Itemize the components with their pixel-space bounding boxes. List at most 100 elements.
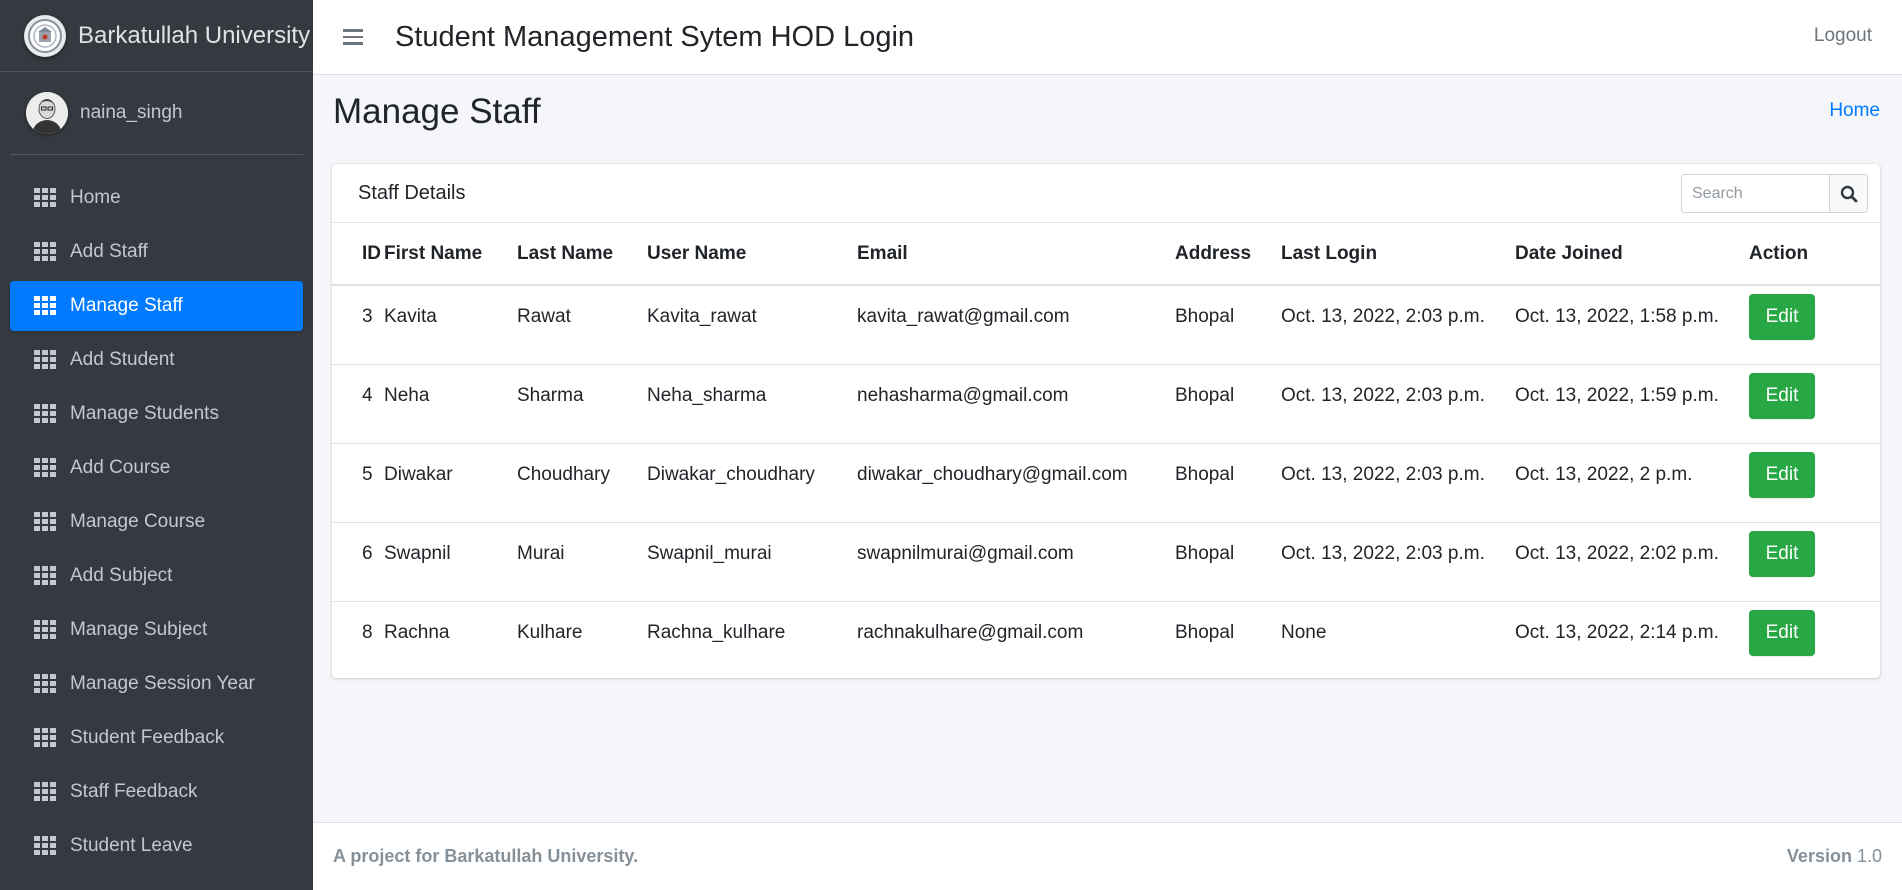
table-header-row: ID First Name Last Name User Name Email … [332, 223, 1880, 286]
cell-user-name: Neha_sharma [647, 363, 857, 443]
edit-button[interactable]: Edit [1749, 451, 1815, 498]
edit-button[interactable]: Edit [1749, 372, 1815, 419]
th-grid-icon [34, 620, 56, 640]
column-header-email: Email [857, 223, 1175, 286]
sidebar-item-student-leave[interactable]: Student Leave [10, 821, 303, 871]
cell-user-name: Diwakar_choudhary [647, 442, 857, 522]
sidebar-item-add-staff[interactable]: Add Staff [10, 227, 303, 277]
brand-name: Barkatullah University [78, 21, 311, 49]
header-title: Student Management Sytem HOD Login [395, 20, 915, 53]
staff-table: ID First Name Last Name User Name Email … [332, 223, 1880, 680]
cell-id: 6 [332, 521, 384, 601]
search-group [1681, 174, 1868, 213]
cell-user-name: Kavita_rawat [647, 306, 757, 327]
cell-action: Edit [1749, 285, 1880, 364]
column-header-id: ID [332, 223, 384, 286]
cell-address: Bhopal [1175, 521, 1281, 601]
sidebar-item-label: Manage Session Year [70, 673, 255, 694]
edit-button[interactable]: Edit [1749, 530, 1815, 577]
th-grid-icon [34, 782, 56, 802]
th-grid-icon [34, 350, 56, 370]
cell-email: nehasharma@gmail.com [857, 363, 1175, 443]
cell-address: Bhopal [1175, 600, 1281, 680]
th-grid-icon [34, 458, 56, 478]
cell-last-login: Oct. 13, 2022, 2:03 p.m. [1281, 363, 1515, 443]
user-avatar [26, 92, 68, 134]
sidebar-item-manage-session-year[interactable]: Manage Session Year [10, 659, 303, 709]
search-input[interactable] [1681, 174, 1829, 213]
table-row: 3 Kavita Rawat Kavita_rawat kavita_rawat… [332, 285, 1880, 364]
edit-button[interactable]: Edit [1749, 294, 1815, 340]
sidebar-item-add-student[interactable]: Add Student [10, 335, 303, 385]
breadcrumb-home-link[interactable]: Home [1829, 100, 1880, 122]
column-header-address: Address [1175, 223, 1281, 286]
logout-link[interactable]: Logout [1814, 25, 1872, 47]
table-row: 4 Neha Sharma Neha_sharma nehasharma@gma… [332, 363, 1880, 443]
cell-date-joined: Oct. 13, 2022, 2 p.m. [1515, 442, 1749, 522]
sidebar-item-label: Add Subject [70, 565, 173, 586]
cell-first-name: Diwakar [384, 442, 517, 522]
cell-first-name: Swapnil [384, 521, 517, 601]
cell-id: 3 [362, 306, 373, 327]
sidebar-item-manage-staff[interactable]: Manage Staff [10, 281, 303, 331]
table-row: 5 Diwakar Choudhary Diwakar_choudhary di… [332, 442, 1880, 522]
th-grid-icon [34, 836, 56, 856]
cell-date-joined: Oct. 13, 2022, 2:14 p.m. [1515, 600, 1749, 680]
brand-link[interactable]: Barkatullah University [0, 0, 313, 72]
cell-id: 4 [332, 363, 384, 443]
cell-date-joined: Oct. 13, 2022, 2:02 p.m. [1515, 521, 1749, 601]
sidebar-item-label: Manage Students [70, 403, 219, 424]
cell-first-name: Kavita [384, 306, 437, 327]
sidebar-item-label: Manage Staff [70, 295, 183, 316]
cell-last-name: Murai [517, 521, 647, 601]
cell-last-name: Rawat [517, 306, 571, 327]
cell-email: kavita_rawat@gmail.com [857, 306, 1070, 327]
sidebar-item-label: Add Course [70, 457, 171, 478]
search-button[interactable] [1829, 174, 1868, 213]
card-title: Staff Details [358, 181, 466, 204]
page-title: Manage Staff [333, 92, 541, 131]
cell-address: Bhopal [1175, 306, 1235, 327]
cell-email: swapnilmurai@gmail.com [857, 521, 1175, 601]
footer-text: A project for Barkatullah University. [333, 846, 639, 866]
sidebar-item-student-feedback[interactable]: Student Feedback [10, 713, 303, 763]
sidebar-item-label: Manage Course [70, 511, 206, 532]
menu-toggle-icon[interactable] [343, 29, 363, 45]
top-navbar: Student Management Sytem HOD Login Logou… [313, 0, 1902, 75]
edit-button[interactable]: Edit [1749, 609, 1815, 656]
cell-email: rachnakulhare@gmail.com [857, 600, 1175, 680]
column-header-date-joined: Date Joined [1515, 223, 1749, 286]
cell-first-name: Neha [384, 363, 517, 443]
sidebar-item-manage-students[interactable]: Manage Students [10, 389, 303, 439]
cell-user-name: Swapnil_murai [647, 521, 857, 601]
sidebar-item-manage-subject[interactable]: Manage Subject [10, 605, 303, 655]
sidebar-item-add-subject[interactable]: Add Subject [10, 551, 303, 601]
th-grid-icon [34, 296, 56, 316]
sidebar-item-label: Add Student [70, 349, 175, 370]
cell-id: 5 [332, 442, 384, 522]
footer: A project for Barkatullah University. Ve… [313, 822, 1902, 890]
cell-last-login: Oct. 13, 2022, 2:03 p.m. [1281, 442, 1515, 522]
cell-last-login: None [1281, 600, 1515, 680]
sidebar-item-manage-course[interactable]: Manage Course [10, 497, 303, 547]
sidebar-item-label: Staff Feedback [70, 781, 198, 802]
sidebar-item-label: Manage Subject [70, 619, 208, 640]
sidebar-item-add-course[interactable]: Add Course [10, 443, 303, 493]
cell-email: diwakar_choudhary@gmail.com [857, 442, 1175, 522]
staff-details-card: Staff Details ID First Name Last Name Us… [332, 164, 1880, 680]
card-header: Staff Details [332, 164, 1880, 223]
version-number: 1.0 [1856, 846, 1882, 866]
th-grid-icon [34, 242, 56, 262]
sidebar-item-label: Student Feedback [70, 727, 225, 748]
cell-last-name: Sharma [517, 363, 647, 443]
cell-action: Edit [1749, 521, 1880, 601]
column-header-action: Action [1749, 223, 1880, 286]
user-panel[interactable]: naina_singh [10, 72, 303, 155]
university-logo-icon [24, 14, 66, 57]
sidebar: Barkatullah University naina_singh Home … [0, 0, 313, 890]
cell-last-name: Choudhary [517, 442, 647, 522]
sidebar-item-home[interactable]: Home [10, 173, 303, 223]
sidebar-item-staff-feedback[interactable]: Staff Feedback [10, 767, 303, 817]
sidebar-item-label: Student Leave [70, 835, 193, 856]
cell-date-joined: Oct. 13, 2022, 1:58 p.m. [1515, 306, 1719, 327]
